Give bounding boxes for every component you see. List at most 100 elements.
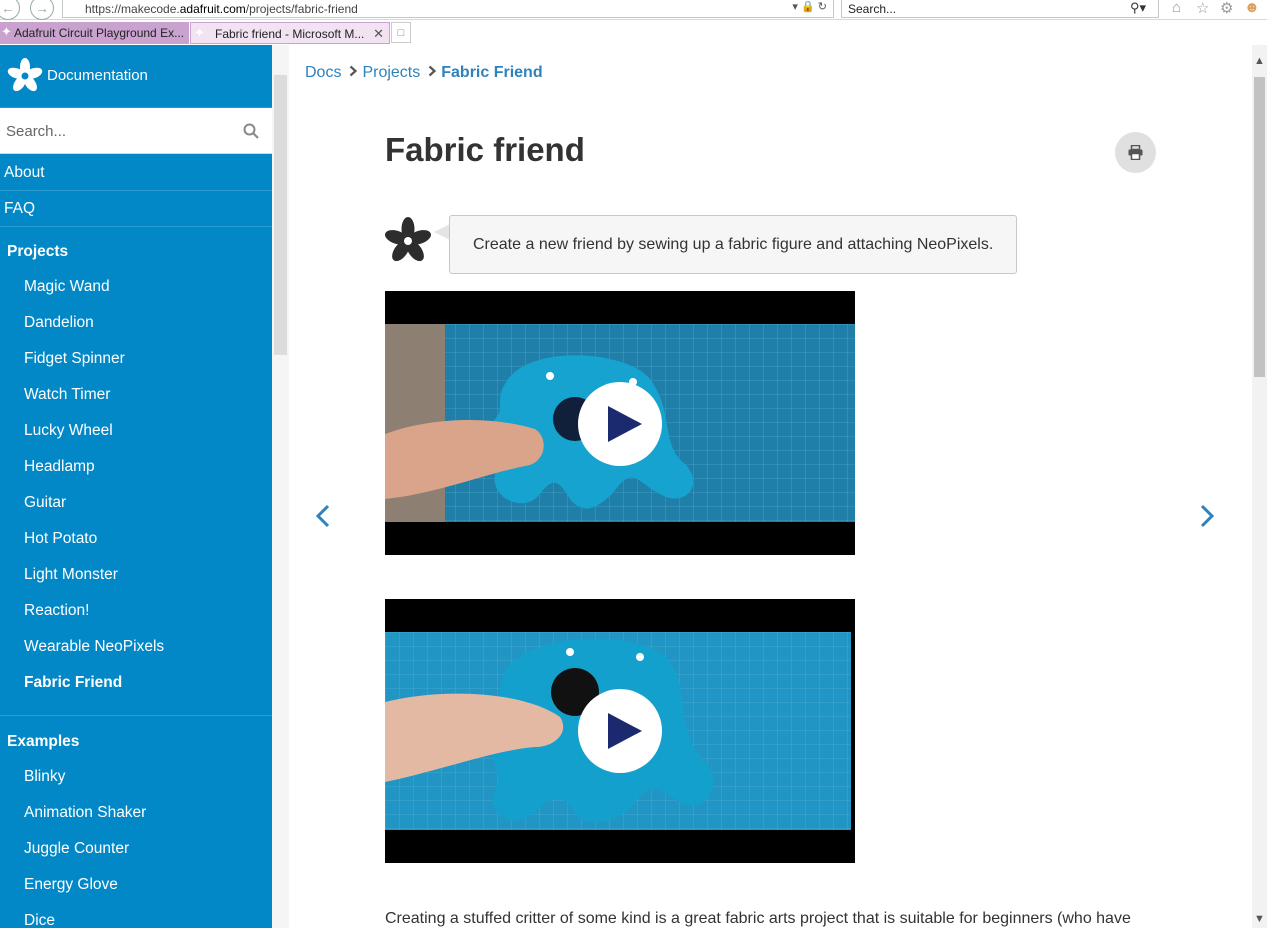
close-tab-icon[interactable]: ✕	[373, 26, 384, 42]
sidebar-item-magic-wand[interactable]: Magic Wand	[0, 278, 272, 296]
chevron-right-icon	[350, 65, 358, 77]
browser-tab-bar: ✦ Adafruit Circuit Playground Ex... ✦ Fa…	[0, 21, 1267, 45]
sidebar-item-label: Hot Potato	[24, 530, 98, 547]
search-placeholder: Search...	[6, 123, 67, 140]
tab-label: Fabric friend - Microsoft M...	[215, 27, 365, 41]
sidebar-header-label: Projects	[7, 243, 69, 260]
tab-favicon-icon: ✦	[1, 24, 12, 39]
sidebar-item-label: Fabric Friend	[24, 674, 123, 691]
url-prefix: https://makecode.	[85, 2, 180, 16]
refresh-icon[interactable]: ↻	[818, 1, 827, 13]
sidebar-item-label: Magic Wand	[24, 278, 110, 295]
search-icon[interactable]: ⚲▾	[1130, 0, 1146, 16]
window-scrollbar[interactable]: ▲ ▼	[1252, 45, 1267, 928]
sidebar-item-energy-glove[interactable]: Energy Glove	[0, 876, 272, 894]
url-field[interactable]: https://makecode.adafruit.com/projects/f…	[62, 0, 834, 18]
dropdown-icon[interactable]: ▾	[792, 1, 798, 13]
sidebar-item-reaction[interactable]: Reaction!	[0, 602, 272, 620]
smiley-feedback-icon[interactable]: ☻	[1244, 0, 1260, 16]
sidebar-item-hot-potato[interactable]: Hot Potato	[0, 530, 272, 548]
sidebar-item-light-monster[interactable]: Light Monster	[0, 566, 272, 584]
sidebar-item-guitar[interactable]: Guitar	[0, 494, 272, 512]
browser-search-input[interactable]: Search... ⚲▾	[841, 0, 1159, 18]
sidebar-scrollbar[interactable]	[272, 45, 289, 928]
sidebar-item-label: Dice	[24, 912, 56, 928]
scroll-down-icon[interactable]: ▼	[1254, 913, 1265, 925]
print-button[interactable]	[1115, 132, 1156, 173]
tab-fabric-friend[interactable]: ✦ Fabric friend - Microsoft M... ✕	[190, 22, 390, 44]
url-path: /projects/fabric-friend	[245, 2, 358, 16]
sidebar-item-label: Animation Shaker	[24, 804, 147, 821]
video-play-button[interactable]	[578, 382, 662, 466]
sidebar-item-label: Light Monster	[24, 566, 118, 583]
sidebar-item-label: Wearable NeoPixels	[24, 638, 165, 655]
sidebar-item-watch-timer[interactable]: Watch Timer	[0, 386, 272, 404]
sidebar-header-projects[interactable]: Projects	[0, 243, 272, 261]
lock-icon[interactable]: 🔒	[801, 1, 815, 13]
sidebar-item-wearable-neopixels[interactable]: Wearable NeoPixels	[0, 638, 272, 656]
chevron-right-icon	[429, 65, 437, 77]
brand-header[interactable]: Documentation	[0, 45, 272, 108]
url-controls: ▾ 🔒 ↻	[792, 0, 827, 13]
play-icon	[608, 713, 642, 749]
adafruit-flower-logo-icon	[7, 58, 43, 92]
sidebar-header-examples[interactable]: Examples	[0, 733, 272, 751]
play-icon	[608, 406, 642, 442]
tab-label: Adafruit Circuit Playground Ex...	[14, 26, 185, 40]
home-icon[interactable]: ⌂	[1172, 0, 1181, 16]
sidebar-item-label: Fidget Spinner	[24, 350, 125, 367]
scrollbar-thumb[interactable]	[1254, 77, 1265, 377]
page-title: Fabric friend	[385, 131, 585, 168]
browser-search-placeholder: Search...	[848, 2, 897, 16]
sidebar-item-label: Guitar	[24, 494, 67, 511]
tab-favicon-icon: ✦	[194, 25, 205, 40]
breadcrumb-docs-link[interactable]: Docs	[305, 64, 341, 82]
scroll-up-icon[interactable]: ▲	[1254, 55, 1265, 67]
browser-address-bar: ← → https://makecode.adafruit.com/projec…	[0, 0, 1267, 20]
settings-gear-icon[interactable]: ⚙	[1220, 0, 1233, 17]
sidebar-item-label: Watch Timer	[24, 386, 111, 403]
printer-icon	[1128, 145, 1143, 160]
search-icon[interactable]	[243, 123, 259, 139]
chevron-right-icon[interactable]	[1199, 503, 1215, 529]
sidebar-item-fabric-friend[interactable]: Fabric Friend	[0, 674, 272, 692]
video-player[interactable]	[385, 291, 855, 555]
sidebar-item-label: Headlamp	[24, 458, 95, 475]
intro-speech-bubble: Create a new friend by sewing up a fabri…	[449, 215, 1017, 274]
video-player[interactable]	[385, 599, 855, 863]
sidebar-item-faq[interactable]: FAQ	[0, 200, 272, 218]
sidebar-item-label: Juggle Counter	[24, 840, 130, 857]
sidebar-item-label: About	[4, 164, 45, 181]
breadcrumb-current: Fabric Friend	[441, 64, 543, 81]
sidebar: Documentation Search... About FAQ Projec…	[0, 45, 272, 928]
intro-text: Create a new friend by sewing up a fabri…	[473, 236, 994, 253]
sidebar-item-label: Energy Glove	[24, 876, 118, 893]
sidebar-item-animation-shaker[interactable]: Animation Shaker	[0, 804, 272, 822]
sidebar-header-label: Examples	[7, 733, 80, 750]
sidebar-search-input[interactable]: Search...	[0, 108, 272, 154]
scrollbar-thumb[interactable]	[274, 75, 287, 355]
chevron-left-icon[interactable]	[315, 503, 331, 529]
breadcrumb: Docs Projects Fabric Friend	[305, 64, 543, 82]
url-domain: adafruit.com	[179, 2, 246, 16]
breadcrumb-projects-link[interactable]: Projects	[362, 64, 420, 82]
sidebar-item-label: Blinky	[24, 768, 66, 785]
tab-adafruit-circuit-playground[interactable]: ✦ Adafruit Circuit Playground Ex...	[0, 22, 189, 44]
forward-icon[interactable]: →	[30, 0, 54, 20]
new-tab-button[interactable]: □	[391, 22, 411, 43]
sidebar-item-dice[interactable]: Dice	[0, 912, 272, 928]
body-paragraph: Creating a stuffed critter of some kind …	[385, 910, 1131, 927]
sidebar-item-about[interactable]: About	[0, 164, 272, 182]
sidebar-item-label: Dandelion	[24, 314, 94, 331]
sidebar-item-fidget-spinner[interactable]: Fidget Spinner	[0, 350, 272, 368]
sidebar-item-blinky[interactable]: Blinky	[0, 768, 272, 786]
back-icon[interactable]: ←	[0, 0, 20, 20]
favorites-star-icon[interactable]: ☆	[1196, 0, 1209, 17]
divider	[0, 715, 272, 716]
sidebar-item-lucky-wheel[interactable]: Lucky Wheel	[0, 422, 272, 440]
speech-bubble-tail	[434, 224, 450, 240]
video-play-button[interactable]	[578, 689, 662, 773]
sidebar-item-headlamp[interactable]: Headlamp	[0, 458, 272, 476]
sidebar-item-dandelion[interactable]: Dandelion	[0, 314, 272, 332]
sidebar-item-juggle-counter[interactable]: Juggle Counter	[0, 840, 272, 858]
